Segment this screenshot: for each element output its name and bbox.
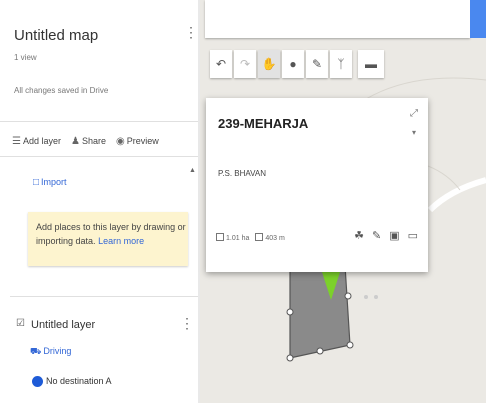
- vertex-handle[interactable]: [346, 341, 354, 349]
- camera-icon[interactable]: ▣: [389, 229, 399, 242]
- feature-title: 239-MEHARJA: [218, 116, 309, 131]
- directions-icon[interactable]: ᛉ: [330, 50, 352, 78]
- marker-icon[interactable]: ●: [282, 50, 304, 78]
- add-layer-button[interactable]: ☰ Add layer: [12, 136, 61, 147]
- import-icon: □: [33, 177, 40, 188]
- vertex-handle[interactable]: [286, 308, 294, 316]
- car-icon: ⛟: [30, 346, 42, 356]
- search-bar[interactable]: [205, 0, 470, 38]
- share-button[interactable]: ♟ Share: [71, 136, 106, 147]
- dot: [364, 295, 368, 299]
- preview-label: Preview: [126, 136, 159, 146]
- share-label: Share: [81, 136, 106, 146]
- layer-hint-box: Add places to this layer by drawing or i…: [28, 212, 188, 266]
- preview-button[interactable]: ◉ Preview: [116, 136, 159, 147]
- share-icon: ♟: [71, 136, 80, 147]
- ruler-icon[interactable]: ▬: [358, 50, 384, 78]
- layer-name[interactable]: Untitled layer: [31, 319, 95, 331]
- search-button[interactable]: [470, 0, 486, 38]
- feature-actions: ☘ ✎ ▣ ▭: [354, 229, 418, 242]
- delete-trash-icon[interactable]: ▭: [408, 229, 418, 242]
- feature-measurements: 1.01 ha 403 m: [216, 233, 285, 242]
- map-title[interactable]: Untitled map: [14, 27, 98, 44]
- dot: [374, 295, 378, 299]
- perimeter-value: 403 m: [265, 235, 285, 242]
- more-options-icon[interactable]: ⋮: [184, 24, 198, 41]
- edit-pencil-icon[interactable]: ✎: [372, 229, 381, 242]
- undo-icon[interactable]: ↶: [210, 50, 232, 78]
- scroll-up-icon[interactable]: ▲: [189, 167, 196, 174]
- vertex-handle[interactable]: [344, 292, 352, 300]
- area-measurement: 1.01 ha: [216, 233, 249, 242]
- area-value: 1.01 ha: [226, 235, 250, 242]
- perimeter-measurement: 403 m: [255, 233, 285, 242]
- add-layer-label: Add layer: [22, 136, 61, 146]
- style-paint-icon[interactable]: ☘: [354, 229, 364, 242]
- hint-text: Add places to this layer by drawing or i…: [36, 220, 186, 248]
- road: [427, 177, 486, 213]
- feature-description: P.S. BHAVAN: [218, 169, 267, 178]
- vertex-handle[interactable]: [316, 347, 324, 355]
- expand-icon[interactable]: ⤢: [410, 108, 418, 119]
- vertex-handle[interactable]: [286, 354, 294, 362]
- import-link[interactable]: □ Import: [33, 177, 67, 188]
- travel-mode[interactable]: ⛟ Driving: [30, 346, 71, 358]
- divider: [0, 121, 198, 122]
- divider: [10, 296, 198, 297]
- field-polygon[interactable]: [289, 264, 351, 359]
- destination-marker-icon: [32, 376, 43, 387]
- travel-mode-label: Driving: [43, 346, 72, 356]
- draw-line-icon[interactable]: ✎: [306, 50, 328, 78]
- map-panel: Untitled map ⋮ 1 view All changes saved …: [0, 0, 198, 403]
- add-layer-icon: ☰: [12, 136, 21, 147]
- area-icon: [216, 233, 224, 241]
- save-status: All changes saved in Drive: [14, 86, 109, 95]
- map-toolbar: ↶ ↷ ✋ ● ✎ ᛉ ▬: [210, 50, 384, 80]
- hand-icon[interactable]: ✋: [258, 50, 280, 78]
- chevron-down-icon[interactable]: ▾: [412, 128, 416, 137]
- layer-options-icon[interactable]: ⋮: [180, 315, 194, 332]
- destination-label[interactable]: No destination A: [46, 376, 112, 386]
- preview-icon: ◉: [116, 136, 125, 147]
- redo-icon[interactable]: ↷: [234, 50, 256, 78]
- map-views: 1 view: [14, 53, 37, 62]
- panel-actions: ☰ Add layer ♟ Share ◉ Preview: [12, 136, 159, 147]
- perimeter-icon: [255, 233, 264, 241]
- divider: [0, 156, 198, 157]
- layer-visibility-checkbox[interactable]: ☑: [16, 318, 25, 329]
- feature-info-card: 239-MEHARJA ⤢ ▾ P.S. BHAVAN 1.01 ha 403 …: [206, 98, 428, 272]
- import-label: Import: [41, 177, 67, 187]
- learn-more-link[interactable]: Learn more: [98, 236, 144, 246]
